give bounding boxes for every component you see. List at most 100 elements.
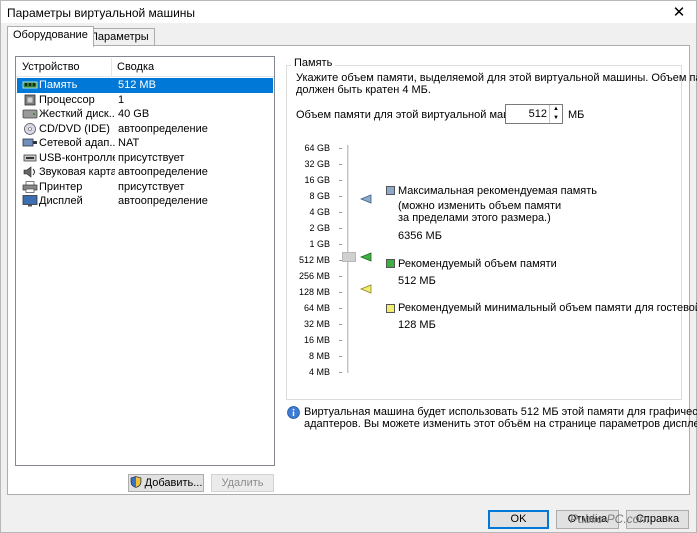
list-item-hard-disk[interactable]: Жесткий диск... 40 GB bbox=[17, 107, 273, 122]
device-name: Жесткий диск... bbox=[39, 108, 115, 120]
list-item-cd-dvd[interactable]: CD/DVD (IDE) автоопределение bbox=[17, 122, 273, 137]
usb-controller-icon bbox=[23, 154, 37, 161]
recommended-legend-swatch bbox=[386, 259, 395, 268]
scale-label: 512 MB bbox=[298, 255, 330, 265]
stepper-up-icon[interactable]: ▲ bbox=[550, 105, 562, 114]
window-title: Параметры виртуальной машины bbox=[7, 6, 196, 20]
max-marker-icon bbox=[360, 194, 372, 204]
memory-field-label: Объем памяти для этой виртуальной машины… bbox=[296, 109, 536, 121]
stepper-arrows: ▲ ▼ bbox=[549, 105, 562, 123]
recommended-legend-title: Рекомендуемый объем памяти bbox=[398, 258, 557, 270]
scale-label: 256 MB bbox=[298, 271, 330, 281]
scale-tick bbox=[339, 212, 342, 213]
watermark: Public-PC.com bbox=[570, 512, 650, 526]
list-header: Устройство Сводка bbox=[16, 57, 274, 77]
list-item-printer[interactable]: Принтер присутствует bbox=[17, 180, 273, 195]
scale-tick bbox=[339, 292, 342, 293]
list-item-processor[interactable]: Процессор 1 bbox=[17, 93, 273, 108]
processor-icon bbox=[24, 94, 36, 105]
scale-tick bbox=[339, 340, 342, 341]
scale-label: 32 GB bbox=[304, 159, 330, 169]
scale-tick bbox=[339, 228, 342, 229]
list-item-sound-card[interactable]: Звуковая карта автоопределение bbox=[17, 165, 273, 180]
column-separator[interactable] bbox=[111, 58, 112, 76]
device-name: CD/DVD (IDE) bbox=[39, 122, 110, 135]
device-name: Дисплей bbox=[39, 195, 83, 207]
device-name: Память bbox=[39, 79, 78, 91]
info-text-line-2: адаптеров. Вы можете изменить этот объём… bbox=[304, 418, 697, 430]
scale-tick bbox=[339, 148, 342, 149]
column-header-summary[interactable]: Сводка bbox=[117, 61, 154, 73]
scale-tick bbox=[339, 164, 342, 165]
scale-label: 128 MB bbox=[298, 287, 330, 297]
memory-icon bbox=[22, 81, 38, 89]
scale-label: 32 MB bbox=[303, 319, 330, 329]
scale-label: 16 GB bbox=[304, 175, 330, 185]
add-device-label: Добавить... bbox=[144, 477, 203, 489]
stepper-down-icon[interactable]: ▼ bbox=[550, 114, 562, 123]
device-name: Принтер bbox=[39, 180, 83, 193]
minimum-legend-title: Рекомендуемый минимальный объем памяти д… bbox=[398, 302, 697, 314]
recommended-legend-value: 512 МБ bbox=[398, 275, 436, 287]
printer-icon bbox=[22, 180, 38, 193]
scale-tick bbox=[339, 308, 342, 309]
title-bar: Параметры виртуальной машины ✕ bbox=[1, 1, 696, 23]
device-name: USB-контроллер bbox=[39, 151, 115, 164]
scale-tick bbox=[339, 372, 342, 373]
minimum-legend-swatch bbox=[386, 304, 395, 313]
scale-tick bbox=[339, 324, 342, 325]
minimum-legend-value: 128 МБ bbox=[398, 319, 436, 331]
ok-button[interactable]: OK bbox=[488, 510, 549, 529]
device-name: Процессор bbox=[39, 93, 95, 106]
recommended-marker-icon bbox=[360, 252, 372, 262]
device-list[interactable]: Устройство Сводка Память 512 MB Процессо… bbox=[15, 56, 275, 466]
list-item-memory[interactable]: Память 512 MB bbox=[17, 78, 273, 93]
column-header-device[interactable]: Устройство bbox=[22, 61, 80, 73]
scale-label: 16 MB bbox=[303, 335, 330, 345]
memory-slider-thumb[interactable] bbox=[342, 252, 356, 262]
cd-dvd-icon bbox=[24, 122, 36, 135]
device-summary: присутствует bbox=[118, 151, 185, 164]
list-item-network-adapter[interactable]: Сетевой адап... NAT bbox=[17, 136, 273, 151]
remove-device-button[interactable]: Удалить bbox=[211, 474, 274, 492]
scale-label: 8 MB bbox=[308, 351, 330, 361]
scale-tick bbox=[339, 356, 342, 357]
display-icon bbox=[22, 195, 38, 207]
device-summary: 40 GB bbox=[118, 108, 150, 120]
minimum-marker-icon bbox=[360, 284, 372, 294]
device-name: Сетевой адап... bbox=[39, 137, 115, 149]
memory-size-value[interactable]: 512 bbox=[529, 108, 547, 120]
device-name: Звуковая карта bbox=[39, 166, 115, 178]
scale-tick bbox=[339, 276, 342, 277]
scale-tick bbox=[339, 180, 342, 181]
memory-size-stepper[interactable]: 512 ▲ ▼ bbox=[505, 104, 563, 124]
list-item-display[interactable]: Дисплей автоопределение bbox=[17, 194, 273, 209]
scale-label: 4 GB bbox=[309, 207, 330, 217]
network-adapter-icon bbox=[22, 138, 37, 147]
memory-group-title: Память bbox=[291, 57, 336, 69]
device-summary: присутствует bbox=[118, 180, 185, 193]
device-summary: автоопределение bbox=[118, 195, 208, 207]
info-icon bbox=[287, 406, 300, 419]
add-device-button[interactable]: Добавить... bbox=[128, 474, 204, 492]
device-summary: автоопределение bbox=[118, 122, 208, 135]
scale-tick bbox=[339, 196, 342, 197]
scale-label: 2 GB bbox=[309, 223, 330, 233]
close-icon[interactable]: ✕ bbox=[670, 3, 688, 21]
scale-tick bbox=[339, 244, 342, 245]
sound-card-icon bbox=[23, 166, 35, 178]
device-summary: 1 bbox=[118, 93, 125, 106]
info-text-line-1: Виртуальная машина будет использовать 51… bbox=[304, 406, 697, 418]
device-summary: 512 MB bbox=[118, 79, 156, 91]
tab-hardware[interactable]: Оборудование bbox=[7, 26, 94, 47]
device-summary: NAT bbox=[118, 137, 140, 149]
memory-description-line-1: Укажите объем памяти, выделяемой для это… bbox=[296, 72, 697, 84]
memory-description-line-2: должен быть кратен 4 МБ. bbox=[296, 84, 431, 96]
scale-label: 4 MB bbox=[308, 367, 330, 377]
max-legend-title: Максимальная рекомендуемая память bbox=[398, 185, 598, 197]
scale-label: 64 GB bbox=[304, 143, 330, 153]
max-legend-swatch bbox=[386, 186, 395, 195]
scale-label: 64 MB bbox=[303, 303, 330, 313]
list-item-usb-controller[interactable]: USB-контроллер присутствует bbox=[17, 151, 273, 166]
device-summary: автоопределение bbox=[118, 166, 208, 178]
